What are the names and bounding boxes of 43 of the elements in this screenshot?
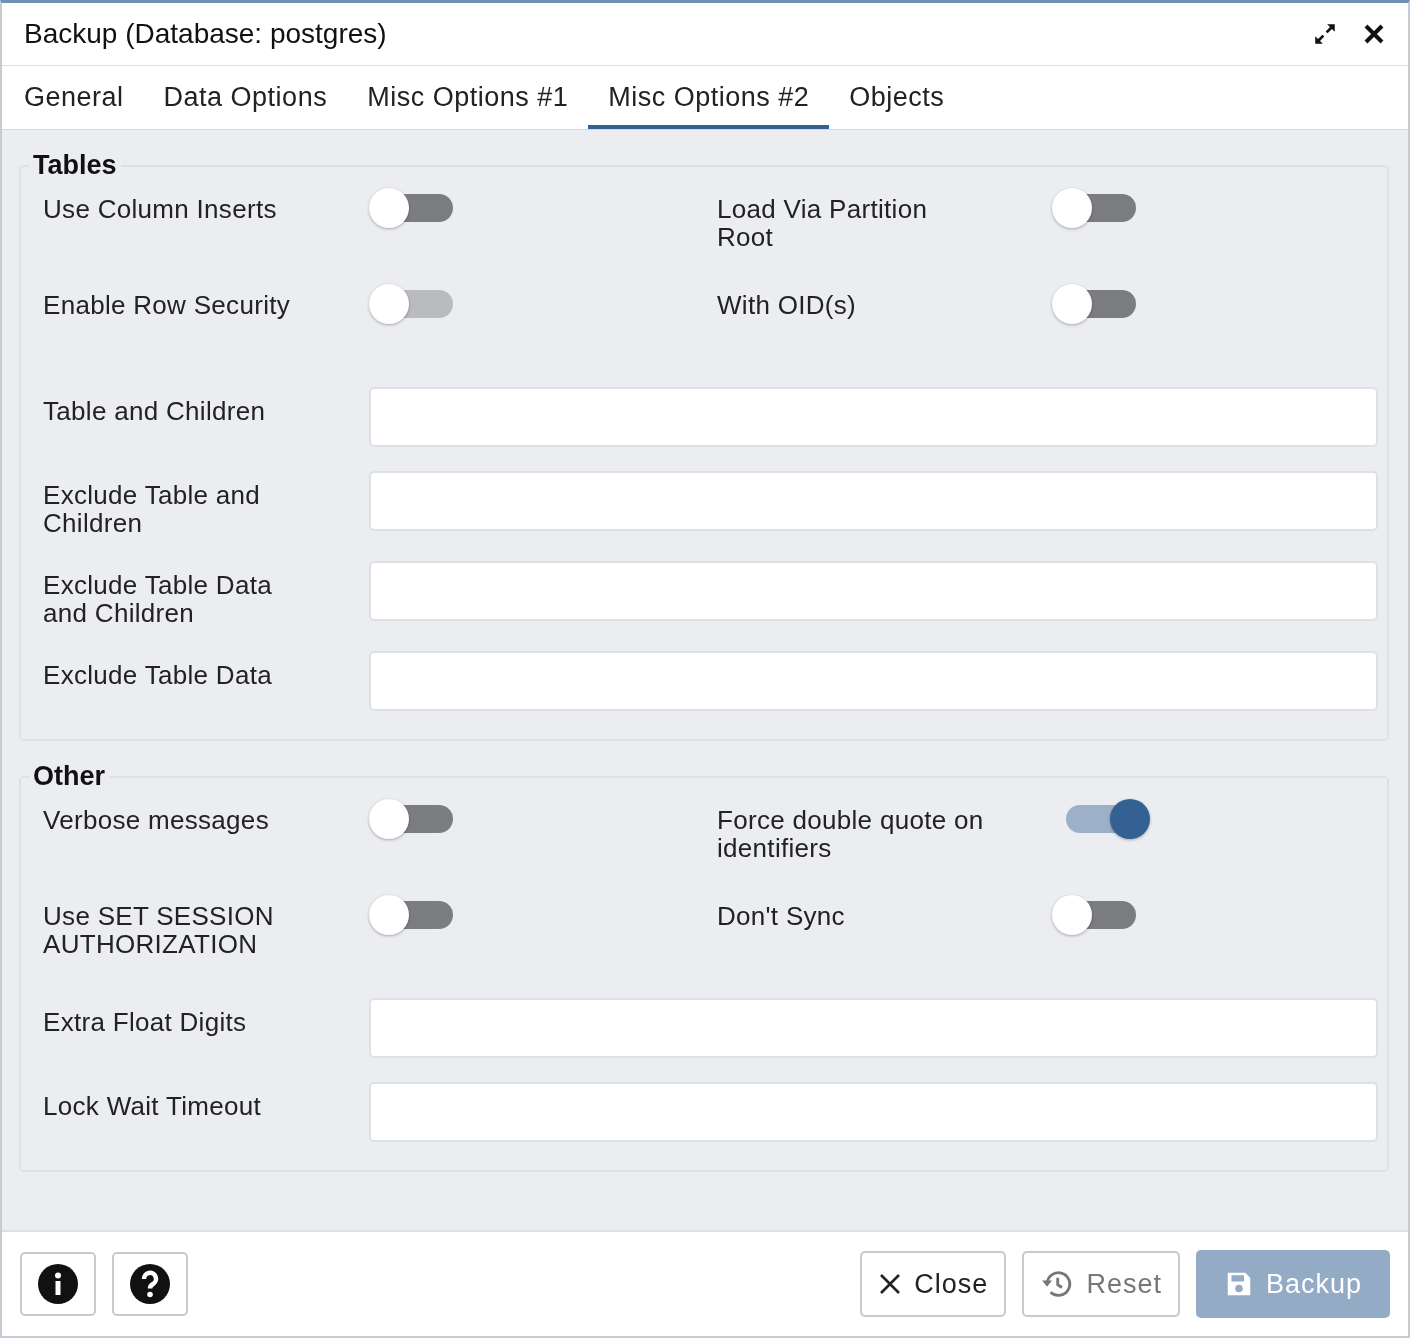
help-button[interactable] [112,1252,188,1316]
tab[interactable]: General [4,66,144,129]
close-icon [878,1272,903,1296]
input-field[interactable] [369,1082,1378,1142]
field-label: Exclude Table Data [43,659,273,689]
tab[interactable]: Misc Options #2 [588,66,830,129]
input-field[interactable] [369,387,1378,447]
field-label: Table and Children [43,395,267,425]
info-icon [38,1264,78,1304]
input-field[interactable] [369,471,1378,531]
toggle-switch[interactable] [369,188,453,228]
field-label: Enable Row Security [43,291,292,319]
toggle-switch[interactable] [1052,284,1136,324]
tab[interactable]: Misc Options #1 [347,66,589,129]
info-button[interactable] [20,1252,96,1316]
field-label: With OID(s) [717,291,858,319]
section-title: Other [32,761,106,792]
toggle-switch[interactable] [1066,799,1150,839]
section-title: Tables [32,150,118,181]
close-icon[interactable] [1362,22,1386,46]
input-field[interactable] [369,651,1378,711]
toggle-switch[interactable] [369,799,453,839]
expand-icon[interactable] [1312,21,1338,47]
field-label: Lock Wait Timeout [43,1090,262,1120]
toggle-switch[interactable] [369,895,453,935]
window-title: Backup (Database: postgres) [24,18,388,50]
tab[interactable]: Data Options [143,66,348,129]
toggle-switch[interactable] [1052,895,1136,935]
field-label: Exclude Table Data and Children [43,569,273,627]
field-label: Load Via Partition Root [717,195,929,251]
field-label: Verbose messages [43,806,270,834]
field-label: Use Column Inserts [43,195,278,223]
field-label: Force double quote on identifiers [717,806,985,862]
field-label: Use SET SESSION AUTHORIZATION [43,902,275,958]
field-label: Extra Float Digits [43,1006,248,1036]
tab[interactable]: Objects [829,66,965,129]
field-label: Don't Sync [717,902,846,930]
toggle-switch[interactable] [1052,188,1136,228]
input-field[interactable] [369,998,1378,1058]
close-button[interactable]: Close [860,1251,1007,1317]
help-icon [130,1264,170,1304]
input-field[interactable] [369,561,1378,621]
field-label: Exclude Table and Children [43,479,262,537]
